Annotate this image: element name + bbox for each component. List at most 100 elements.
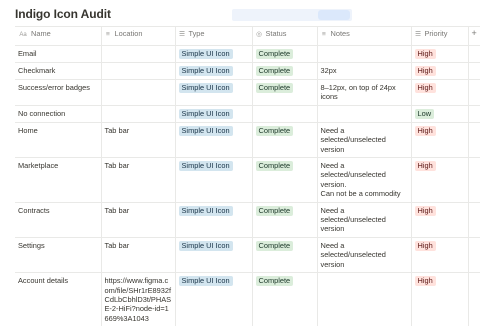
cell-type[interactable]: Simple UI Icon <box>175 105 252 122</box>
cell-priority[interactable]: High <box>411 273 468 326</box>
type-tag: Simple UI Icon <box>179 161 233 171</box>
cell-priority[interactable]: High <box>411 46 468 63</box>
cell-location[interactable]: https://www.figma.com/file/SHr1rE8932fCd… <box>101 273 175 326</box>
table-row[interactable]: Success/error badges Simple UI IconComple… <box>15 80 480 106</box>
column-header-priority[interactable]: ☰Priority <box>411 27 468 46</box>
type-tag: Simple UI Icon <box>179 241 233 251</box>
table-row[interactable]: Account details https://www.figma.com/fil… <box>15 273 480 326</box>
cell-empty <box>468 237 480 272</box>
row-name: Checkmark <box>18 66 55 75</box>
cell-location[interactable]: Tab bar <box>101 122 175 157</box>
cell-notes[interactable] <box>317 105 411 122</box>
cell-priority[interactable]: High <box>411 122 468 157</box>
cell-status[interactable]: Complete <box>252 202 317 237</box>
table-row[interactable]: ContractsTab barSimple UI IconCompleteNe… <box>15 202 480 237</box>
status-badge: Complete <box>256 126 294 136</box>
column-header-location[interactable]: ≡Location <box>101 27 175 46</box>
cell-notes[interactable] <box>317 273 411 326</box>
cell-priority[interactable]: High <box>411 158 468 203</box>
cell-priority[interactable]: High <box>411 63 468 80</box>
cell-type[interactable]: Simple UI Icon <box>175 202 252 237</box>
cell-status[interactable]: Complete <box>252 122 317 157</box>
table-row[interactable]: Home Tab barSimple UI Icon Complete Need a … <box>15 122 480 157</box>
cell-notes[interactable]: Need a selected/unselected version. Can … <box>317 158 411 203</box>
cell-status[interactable]: Complete <box>252 237 317 272</box>
row-name: Home <box>18 126 38 135</box>
cell-priority[interactable]: High <box>411 80 468 106</box>
column-header-status[interactable]: ◎Status <box>252 27 317 46</box>
table-row[interactable]: Email Simple UI IconComplete High <box>15 46 480 63</box>
notes-text: Need a selected/unselected version. Can … <box>321 161 401 198</box>
cell-notes[interactable]: Need a selected/unselected version <box>317 122 411 157</box>
location-text: Tab bar <box>105 161 130 170</box>
column-header-label: Status <box>266 29 287 38</box>
cell-location[interactable]: Tab bar <box>101 202 175 237</box>
cell-location[interactable] <box>101 63 175 80</box>
column-header-notes[interactable]: ≡Notes <box>317 27 411 46</box>
priority-tag: High <box>415 276 436 286</box>
cell-notes[interactable]: 8–12px, on top of 24px icons <box>317 80 411 106</box>
type-tag: Simple UI Icon <box>179 66 233 76</box>
column-header-name[interactable]: AaName <box>15 27 101 46</box>
cell-location[interactable] <box>101 46 175 63</box>
cell-notes[interactable]: 32px <box>317 63 411 80</box>
text-icon: Aa <box>18 31 28 40</box>
cell-empty <box>468 122 480 157</box>
row-name: No connection <box>18 109 65 118</box>
priority-tag: High <box>415 161 436 171</box>
cell-status[interactable]: Complete <box>252 80 317 106</box>
type-tag: Simple UI Icon <box>179 109 233 119</box>
add-column-button[interactable]: + <box>468 27 480 46</box>
cell-status[interactable]: Complete <box>252 158 317 203</box>
location-link[interactable]: https://www.figma.com/file/SHr1rE8932fCd… <box>105 276 172 323</box>
row-name: Success/error badges <box>18 83 90 92</box>
cell-status[interactable] <box>252 105 317 122</box>
notes-text: Need a selected/unselected version <box>321 126 388 154</box>
cell-type[interactable]: Simple UI Icon <box>175 273 252 326</box>
column-header-type[interactable]: ☰Type <box>175 27 252 46</box>
cell-priority[interactable]: High <box>411 202 468 237</box>
cell-name[interactable]: Success/error badges <box>15 80 101 106</box>
cell-name[interactable]: Checkmark <box>15 63 101 80</box>
faded-toolbar-overlay <box>232 9 352 21</box>
cell-name[interactable]: Account details <box>15 273 101 326</box>
cell-status[interactable]: Complete <box>252 273 317 326</box>
cell-type[interactable]: Simple UI Icon <box>175 158 252 203</box>
cell-location[interactable]: Tab bar <box>101 158 175 203</box>
cell-notes[interactable]: Need a selected/unselected version <box>317 237 411 272</box>
row-name: Account details <box>18 276 68 285</box>
cell-notes[interactable] <box>317 46 411 63</box>
table-row[interactable]: No connection Simple UI Icon Low <box>15 105 480 122</box>
cell-name[interactable]: Settings <box>15 237 101 272</box>
table-row[interactable]: SettingsTab bar Simple UI Icon CompleteNee… <box>15 237 480 272</box>
cell-type[interactable]: Simple UI Icon <box>175 237 252 272</box>
cell-status[interactable]: Complete <box>252 46 317 63</box>
priority-tag: Low <box>415 109 435 119</box>
cell-location[interactable] <box>101 80 175 106</box>
cell-type[interactable]: Simple UI Icon <box>175 46 252 63</box>
cell-location[interactable] <box>101 105 175 122</box>
cell-location[interactable]: Tab bar <box>101 237 175 272</box>
cell-priority[interactable]: Low <box>411 105 468 122</box>
cell-name[interactable]: Email <box>15 46 101 63</box>
table-row[interactable]: Checkmark Simple UI Icon Complete32px High <box>15 63 480 80</box>
status-icon: ◎ <box>256 30 263 39</box>
text-lines-icon: ≡ <box>105 30 112 39</box>
cell-name[interactable]: Home <box>15 122 101 157</box>
cell-type[interactable]: Simple UI Icon <box>175 63 252 80</box>
notes-text: Need a selected/unselected version <box>321 241 388 269</box>
priority-tag: High <box>415 66 436 76</box>
cell-name[interactable]: No connection <box>15 105 101 122</box>
cell-name[interactable]: Marketplace <box>15 158 101 203</box>
list-icon: ☰ <box>179 30 186 39</box>
cell-status[interactable]: Complete <box>252 63 317 80</box>
table-row[interactable]: Marketplace Tab bar Simple UI Icon Complete… <box>15 158 480 203</box>
type-tag: Simple UI Icon <box>179 276 233 286</box>
cell-type[interactable]: Simple UI Icon <box>175 80 252 106</box>
cell-type[interactable]: Simple UI Icon <box>175 122 252 157</box>
cell-priority[interactable]: High <box>411 237 468 272</box>
cell-name[interactable]: Contracts <box>15 202 101 237</box>
cell-notes[interactable]: Need a selected/unselected version <box>317 202 411 237</box>
cell-empty <box>468 105 480 122</box>
cell-empty <box>468 46 480 63</box>
